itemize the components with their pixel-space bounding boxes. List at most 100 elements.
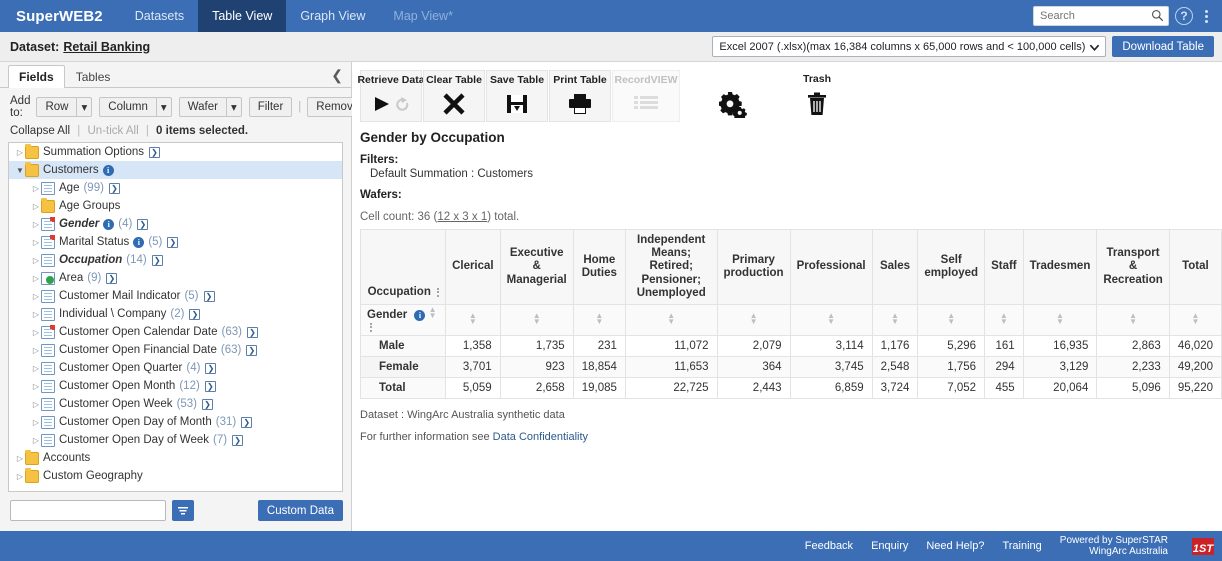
column-sort-cell[interactable]: ▲▼ — [573, 305, 625, 336]
tree-item[interactable]: ▷Customer Open Day of Month(31)❯ — [9, 413, 342, 431]
download-table-button[interactable]: Download Table — [1112, 36, 1214, 57]
column-header[interactable]: Professional — [790, 230, 872, 305]
info-icon[interactable]: i — [103, 219, 114, 230]
tree-item[interactable]: ▷Occupation(14)❯ — [9, 251, 342, 269]
tree-item[interactable]: ▷Accounts — [9, 449, 342, 467]
chevron-down-icon[interactable]: ▼ — [15, 166, 25, 175]
column-sort-cell[interactable]: ▲▼ — [500, 305, 573, 336]
expand-arrow-icon[interactable]: ❯ — [205, 363, 216, 374]
tree-item[interactable]: ▷Genderi(4)❯ — [9, 215, 342, 233]
vertical-kebab-icon[interactable] — [1199, 10, 1214, 23]
tree-item[interactable]: ▼Customersi — [9, 161, 342, 179]
chevron-right-icon[interactable]: ▷ — [31, 220, 41, 229]
data-confidentiality-link[interactable]: Data Confidentiality — [493, 431, 588, 443]
tree-item[interactable]: ▷Area(9)❯ — [9, 269, 342, 287]
sort-icon[interactable]: ▲▼ — [827, 313, 835, 325]
column-header[interactable]: Staff — [985, 230, 1024, 305]
print-table-button[interactable]: Print Table — [549, 70, 611, 122]
tree-item[interactable]: ▷Customer Open Calendar Date(63)❯ — [9, 323, 342, 341]
sort-icon[interactable]: ▲▼ — [1000, 313, 1008, 325]
add-to-column-button[interactable]: Column — [99, 97, 156, 117]
expand-arrow-icon[interactable]: ❯ — [205, 381, 216, 392]
add-to-filter-button[interactable]: Filter — [249, 97, 293, 117]
chevron-right-icon[interactable]: ▷ — [31, 418, 41, 427]
tree-item[interactable]: ▷Customer Open Month(12)❯ — [9, 377, 342, 395]
column-sort-cell[interactable]: ▲▼ — [918, 305, 985, 336]
expand-arrow-icon[interactable]: ❯ — [202, 399, 213, 410]
chevron-right-icon[interactable]: ▷ — [31, 346, 41, 355]
column-sort-cell[interactable]: ▲▼ — [872, 305, 918, 336]
expand-arrow-icon[interactable]: ❯ — [109, 183, 120, 194]
expand-arrow-icon[interactable]: ❯ — [247, 327, 258, 338]
footer-link-need-help[interactable]: Need Help? — [926, 540, 984, 552]
column-sort-cell[interactable]: ▲▼ — [1097, 305, 1169, 336]
add-to-row-button[interactable]: Row — [36, 97, 76, 117]
field-search-input[interactable] — [10, 500, 166, 521]
column-header[interactable]: Independent Means; Retired; Pensioner; U… — [625, 230, 717, 305]
sort-icon[interactable]: ▲▼ — [891, 313, 899, 325]
column-sort-cell[interactable]: ▲▼ — [625, 305, 717, 336]
tree-item[interactable]: ▷Customer Open Financial Date(63)❯ — [9, 341, 342, 359]
sort-icon[interactable]: ▲▼ — [469, 313, 477, 325]
chevron-right-icon[interactable]: ▷ — [31, 256, 41, 265]
chevron-right-icon[interactable]: ▷ — [15, 472, 25, 481]
column-sort-cell[interactable]: ▲▼ — [1023, 305, 1097, 336]
expand-arrow-icon[interactable]: ❯ — [149, 147, 160, 158]
chevron-right-icon[interactable]: ▷ — [31, 310, 41, 319]
expand-arrow-icon[interactable]: ❯ — [246, 345, 257, 356]
column-sort-cell[interactable]: ▲▼ — [985, 305, 1024, 336]
tree-item[interactable]: ▷Marital Statusi(5)❯ — [9, 233, 342, 251]
sidebar-tab-fields[interactable]: Fields — [8, 65, 65, 88]
gender-row-header[interactable]: Gender i ▲▼ — [361, 305, 446, 336]
help-icon[interactable]: ? — [1175, 7, 1193, 25]
chevron-right-icon[interactable]: ▷ — [31, 184, 41, 193]
custom-data-button[interactable]: Custom Data — [258, 500, 343, 521]
sidebar-tab-tables[interactable]: Tables — [65, 65, 122, 88]
chevron-right-icon[interactable]: ▷ — [31, 202, 41, 211]
sort-icon[interactable]: ▲▼ — [533, 313, 541, 325]
row-label-cell[interactable]: Total — [361, 378, 446, 399]
cell-count-link[interactable]: 12 x 3 x 1 — [437, 211, 487, 223]
collapse-all-link[interactable]: Collapse All — [10, 125, 70, 137]
expand-arrow-icon[interactable]: ❯ — [137, 219, 148, 230]
column-header[interactable]: Total — [1169, 230, 1221, 305]
add-to-wafer-button[interactable]: Wafer — [179, 97, 226, 117]
chevron-right-icon[interactable]: ▷ — [31, 328, 41, 337]
column-header[interactable]: Self employed — [918, 230, 985, 305]
sort-icon[interactable]: ▲▼ — [1129, 313, 1137, 325]
tree-item[interactable]: ▷Customer Open Day of Week(7)❯ — [9, 431, 342, 449]
tree-item[interactable]: ▷Individual \ Company(2)❯ — [9, 305, 342, 323]
tree-item[interactable]: ▷Customer Open Quarter(4)❯ — [9, 359, 342, 377]
chevron-right-icon[interactable]: ▷ — [31, 238, 41, 247]
info-icon[interactable]: i — [414, 310, 425, 321]
chevron-right-icon[interactable]: ▷ — [31, 400, 41, 409]
row-menu-icon[interactable] — [370, 323, 372, 332]
nav-tab-map-view[interactable]: Map View* — [379, 0, 467, 32]
footer-link-training[interactable]: Training — [1002, 540, 1041, 552]
column-header[interactable]: Primary production — [717, 230, 790, 305]
field-tree[interactable]: ▷Summation Options❯▼Customersi▷Age(99)❯▷… — [8, 142, 343, 492]
retrieve-data-button[interactable]: Retrieve Data — [360, 70, 422, 122]
filter-icon[interactable] — [172, 500, 194, 521]
column-header[interactable]: Clerical — [446, 230, 501, 305]
add-to-wafer-dropdown-icon[interactable]: ▾ — [226, 97, 242, 117]
column-header[interactable]: Executive & Managerial — [500, 230, 573, 305]
chevron-right-icon[interactable]: ▷ — [31, 292, 41, 301]
expand-arrow-icon[interactable]: ❯ — [204, 291, 215, 302]
save-table-button[interactable]: Save Table — [486, 70, 548, 122]
chevron-right-icon[interactable]: ▷ — [15, 454, 25, 463]
column-header[interactable]: Home Duties — [573, 230, 625, 305]
expand-arrow-icon[interactable]: ❯ — [167, 237, 178, 248]
search-input[interactable] — [1034, 7, 1168, 25]
info-icon[interactable]: i — [103, 165, 114, 176]
sort-icon[interactable]: ▲▼ — [667, 313, 675, 325]
dataset-name-link[interactable]: Retail Banking — [63, 40, 150, 54]
nav-tab-datasets[interactable]: Datasets — [121, 0, 198, 32]
settings-button[interactable] — [701, 70, 763, 122]
expand-arrow-icon[interactable]: ❯ — [232, 435, 243, 446]
column-sort-cell[interactable]: ▲▼ — [1169, 305, 1221, 336]
footer-link-enquiry[interactable]: Enquiry — [871, 540, 908, 552]
clear-table-button[interactable]: Clear Table — [423, 70, 485, 122]
column-menu-icon[interactable] — [437, 288, 439, 297]
chevron-right-icon[interactable]: ▷ — [31, 364, 41, 373]
